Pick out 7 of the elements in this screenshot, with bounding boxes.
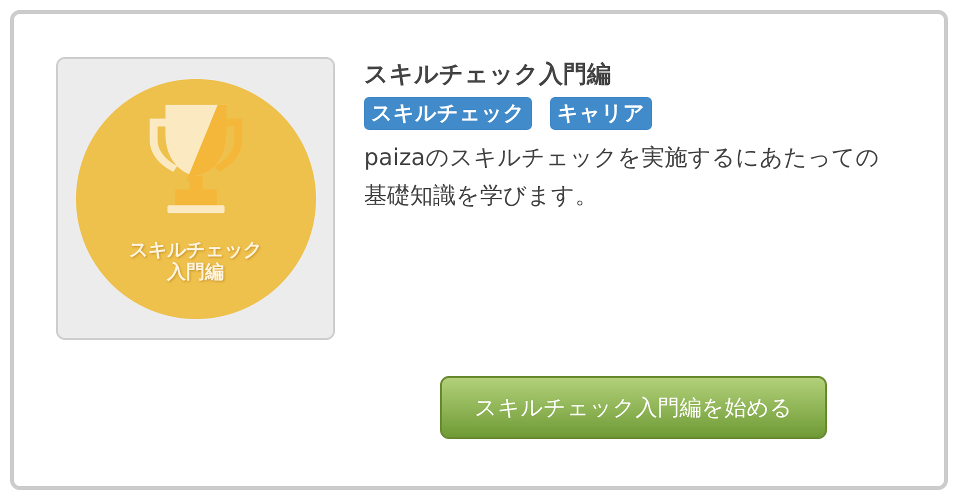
course-title: スキルチェック入門編 [364,59,612,90]
badge-label: 入門編 [167,261,224,284]
course-description: paizaのスキルチェックを実施するにあたっての基礎知識を学びます。 [364,144,880,211]
category-tag[interactable]: スキルチェック [364,97,532,130]
badge-label: スキルチェック [129,238,262,262]
category-tag[interactable]: キャリア [550,97,652,130]
start-button[interactable]: スキルチェック入門編を始める [440,376,827,439]
